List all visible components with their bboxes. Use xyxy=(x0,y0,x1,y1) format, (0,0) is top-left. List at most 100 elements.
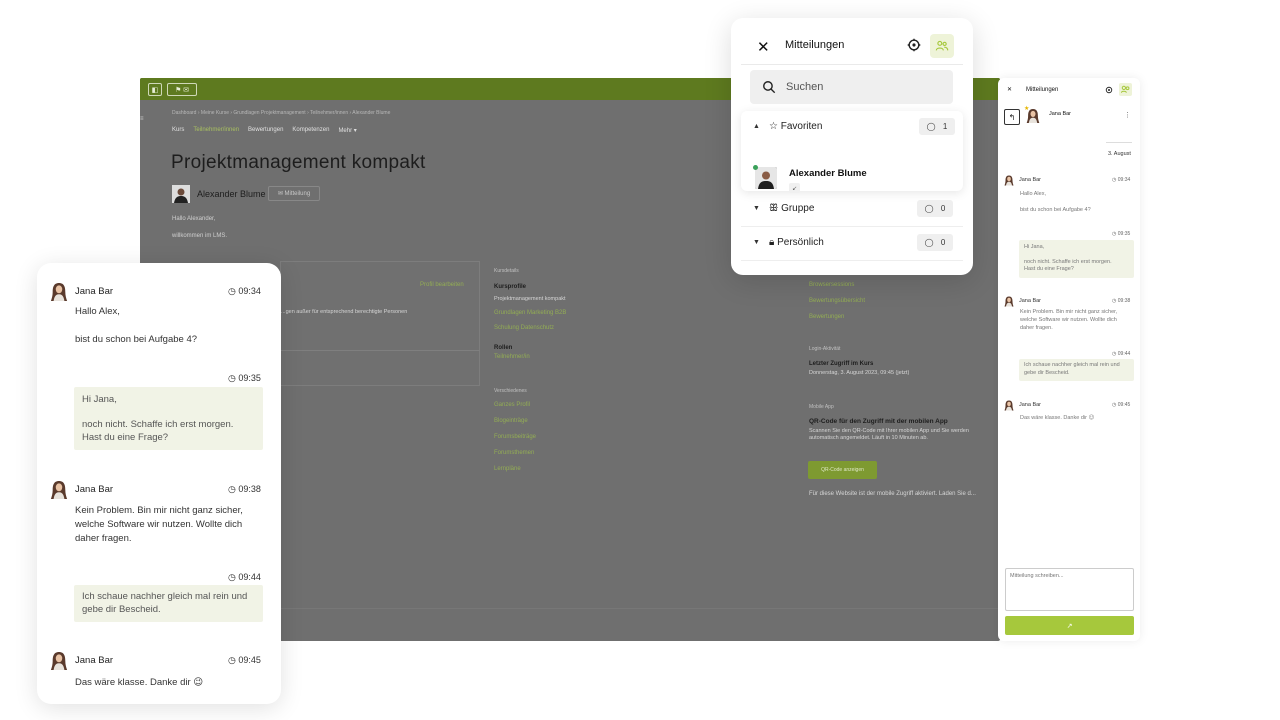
message-text: Hi Jana, xyxy=(82,394,117,405)
message-text: Hallo Alex, xyxy=(1020,191,1046,197)
gear-icon[interactable] xyxy=(907,38,921,52)
message-text: gebe dir Bescheid. xyxy=(82,604,161,615)
chat-bubble-icon: ◯ xyxy=(924,238,934,247)
user-name: Alexander Blume xyxy=(197,189,266,199)
chat-conversation-card: Jana Bar ◷ 09:34 Hallo Alex, bist du sch… xyxy=(37,263,281,704)
message-text: Kein Problem. Bin mir nicht ganz sicher, xyxy=(75,505,243,516)
message-text: Das wäre klasse. Danke dir 😉 xyxy=(1020,415,1095,421)
course-link[interactable]: Grundlagen Marketing B2B xyxy=(494,310,566,316)
sender-name: Jana Bar xyxy=(1019,177,1042,183)
grades-link[interactable]: Bewertungen xyxy=(809,314,844,320)
arrow-icon: ↙ xyxy=(789,183,800,193)
user-details-card xyxy=(280,261,480,386)
misc-link[interactable]: Ganzes Profil xyxy=(494,402,530,408)
contact-name[interactable]: Alexander Blume xyxy=(789,168,867,179)
tab-course[interactable]: Kurs xyxy=(172,127,184,134)
breadcrumb[interactable]: Dashboard › Meine Kurse › Grundlagen Pro… xyxy=(172,110,390,116)
users-icon xyxy=(1120,85,1130,93)
misc-link[interactable]: Blogeinträge xyxy=(494,418,528,424)
tab-competencies[interactable]: Kompetenzen xyxy=(292,127,329,134)
browser-sessions-link[interactable]: Browsersessions xyxy=(809,282,854,288)
close-icon[interactable]: ✕ xyxy=(1007,86,1012,93)
message-text: welche Software wir nutzen. Wollte dich xyxy=(75,519,243,530)
show-qr-button[interactable]: QR-Code anzeigen xyxy=(808,461,877,479)
misc-link[interactable]: Forumsbeiträge xyxy=(494,434,536,440)
date-separator: 3. August xyxy=(1108,151,1131,157)
tab-more[interactable]: Mehr ▾ xyxy=(338,127,356,134)
message-text: Hast du eine Frage? xyxy=(1024,266,1074,272)
message-text: Ich schaue nachher gleich mal rein und xyxy=(82,591,248,602)
page-title: Projektmanagement kompakt xyxy=(171,152,426,173)
greeting-line: willkommen im LMS. xyxy=(172,233,228,239)
message-text: welche Software wir nutzen. Wollte dich xyxy=(1020,317,1117,323)
personal-header[interactable]: 🔒︎ Persönlich xyxy=(769,237,824,248)
contacts-button[interactable] xyxy=(930,34,954,58)
divider xyxy=(741,226,963,227)
course-tabs: Kurs Teilnehmer/innen Bewertungen Kompet… xyxy=(172,127,357,134)
section-label: Verschiedenes xyxy=(494,388,527,394)
caret-up-icon[interactable]: ▲ xyxy=(753,123,760,130)
favorites-header[interactable]: ☆ Favoriten xyxy=(769,121,822,132)
course-link[interactable]: Schulung Datenschutz xyxy=(494,325,554,331)
divider xyxy=(741,64,963,65)
notifications-button[interactable]: ⚑ ✉ xyxy=(167,83,197,96)
divider xyxy=(280,350,480,351)
email-visibility-note: ...gen außer für entsprechend berechtigt… xyxy=(281,309,408,315)
caret-down-icon[interactable]: ▼ xyxy=(753,239,760,246)
message-time: ◷ 09:35 xyxy=(228,373,261,383)
messages-popup: ✕ Mitteilungen ▲ ☆ Favoriten ◯1 Alexande… xyxy=(731,18,973,275)
contacts-button[interactable] xyxy=(1119,83,1132,96)
sender-avatar xyxy=(1004,296,1014,307)
last-access-value: Donnerstag, 3. August 2023, 09:45 (jetzt… xyxy=(809,370,910,376)
tab-grades[interactable]: Bewertungen xyxy=(248,127,283,134)
message-text: noch nicht. Schaffe ich erst morgen. xyxy=(1024,258,1112,265)
message-time: ◷ 09:45 xyxy=(1112,402,1131,408)
chat-bubble-icon: ◯ xyxy=(924,204,934,213)
course-profile-value: Projektmanagement kompakt xyxy=(494,296,566,302)
sender-name: Jana Bar xyxy=(1019,298,1042,304)
message-time: ◷ 09:44 xyxy=(228,572,261,582)
grades-overview-link[interactable]: Bewertungsübersicht xyxy=(809,298,865,304)
avatar xyxy=(172,185,190,203)
section-label: Mobile App xyxy=(809,404,834,410)
tab-participants[interactable]: Teilnehmer/innen xyxy=(193,127,239,134)
sender-avatar xyxy=(50,651,68,671)
messaging-drawer: ✕ Mitteilungen ↰ ★ Jana Bar ⋮ 3. August … xyxy=(998,78,1140,641)
message-text: Ich schaue nachher gleich mal rein und xyxy=(1024,362,1120,368)
message-text: Kein Problem. Bin mir nicht ganz sicher, xyxy=(1020,309,1118,315)
role-value: Teilnehmer/in xyxy=(494,354,530,360)
conversation-menu-button[interactable]: ⋮ xyxy=(1124,111,1131,119)
message-time: ◷ 09:38 xyxy=(1112,298,1131,304)
count-value: 1 xyxy=(942,122,948,131)
contact-name: Jana Bar xyxy=(1049,111,1072,117)
message-text: daher fragen. xyxy=(75,533,132,544)
contact-avatar[interactable] xyxy=(755,167,777,189)
group-icon: ꕥ xyxy=(769,203,779,214)
sender-avatar xyxy=(1004,400,1014,411)
sender-name: Jana Bar xyxy=(1019,402,1042,408)
roles-heading: Rollen xyxy=(494,345,513,351)
close-icon[interactable]: ✕ xyxy=(757,38,770,56)
lock-icon: 🔒︎ xyxy=(769,237,775,248)
search-input[interactable] xyxy=(786,70,946,104)
message-input[interactable] xyxy=(1005,568,1134,611)
sender-name: Jana Bar xyxy=(75,286,114,297)
drawer-tab[interactable]: ≡ xyxy=(140,116,152,128)
group-header[interactable]: ꕥ Gruppe xyxy=(769,203,814,214)
send-button[interactable]: ↗ xyxy=(1005,616,1134,635)
section-label: Favoriten xyxy=(780,121,823,132)
misc-link[interactable]: Lernpläne xyxy=(494,466,521,472)
gear-icon[interactable] xyxy=(1105,86,1113,94)
sidebar-toggle-button[interactable]: ◧ xyxy=(148,83,162,96)
edit-profile-link[interactable]: Profil bearbeiten xyxy=(420,282,464,288)
message-time: ◷ 09:34 xyxy=(228,286,261,296)
message-time: ◷ 09:45 xyxy=(228,655,261,665)
send-message-button[interactable]: ✉ Mitteilung xyxy=(268,186,320,201)
back-button[interactable]: ↰ xyxy=(1004,109,1020,125)
star-icon: ☆ xyxy=(769,121,778,132)
wink-emoji-icon: 😉 xyxy=(193,677,204,688)
misc-link[interactable]: Forumsthemen xyxy=(494,450,534,456)
message-time: ◷ 09:44 xyxy=(1112,351,1131,357)
message-text: noch nicht. Schaffe ich erst morgen. xyxy=(82,419,234,430)
caret-down-icon[interactable]: ▼ xyxy=(753,205,760,212)
